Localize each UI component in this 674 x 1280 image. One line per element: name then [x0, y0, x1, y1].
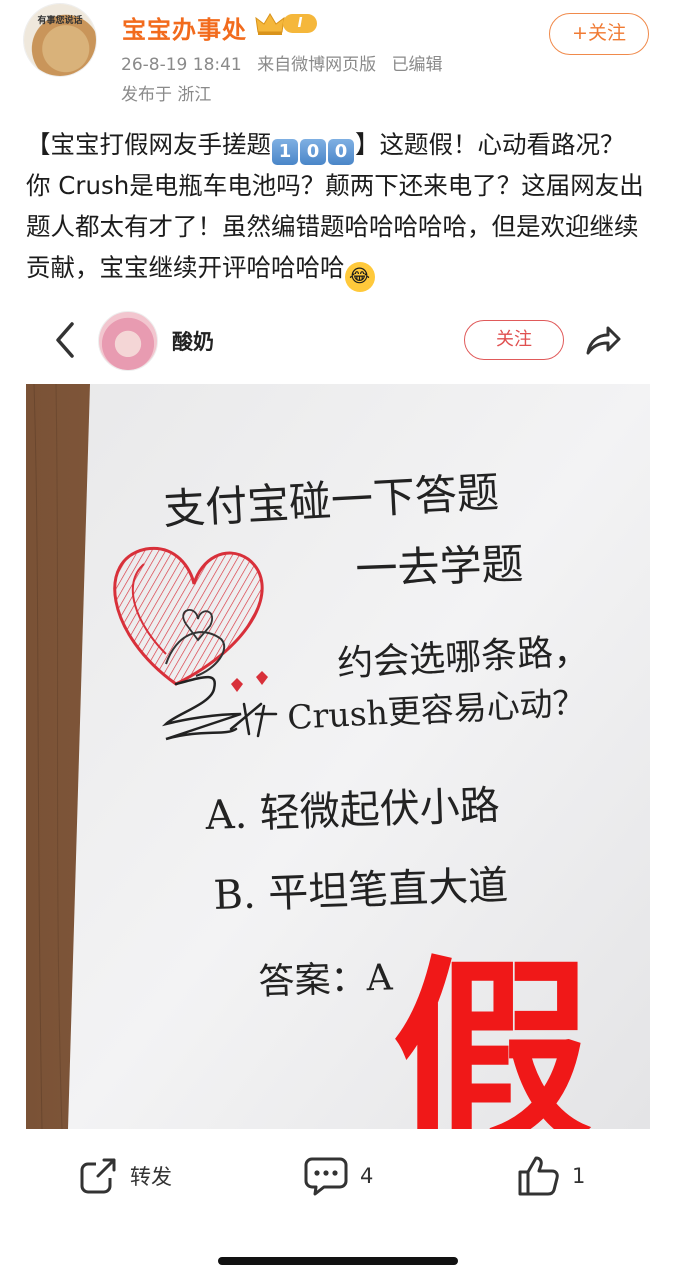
edited-label: 已编辑 — [391, 55, 443, 75]
keycap-0-b: 0 — [328, 139, 354, 165]
embedded-username: 酸奶 — [172, 330, 214, 354]
keycap-1: 1 — [272, 139, 298, 165]
comment-count: 4 — [360, 1164, 374, 1188]
post-body: 【宝宝打假网友手搓题 1 0 0 】这题假！心动看路况？你 Crush是电瓶车电池吗？颠… — [26, 124, 648, 292]
follow-button[interactable]: +关注 — [549, 13, 649, 55]
thumbs-up-icon — [518, 1156, 559, 1196]
embedded-follow-button: 关注 — [464, 320, 564, 360]
like-button[interactable]: 1 — [516, 1152, 585, 1200]
repost-button[interactable]: 转发 — [78, 1152, 172, 1200]
home-indicator[interactable] — [218, 1257, 458, 1265]
member-badge[interactable]: I — [255, 12, 321, 36]
comment-icon — [304, 1157, 348, 1196]
share-icon — [586, 326, 621, 355]
chevron-left-icon — [56, 322, 74, 358]
user-avatar[interactable]: 有事您说话 — [24, 4, 96, 76]
post-source: 来自微博网页版 — [257, 55, 377, 75]
keycap-0-a: 0 — [300, 139, 326, 165]
username[interactable]: 宝宝办事处 — [122, 10, 247, 45]
badge-level: I — [283, 14, 317, 33]
comment-button[interactable]: 4 — [304, 1152, 373, 1200]
post-image[interactable]: 支付宝碰一下答题 一去学题 约会选哪条路， Crush更容易心动？ A. 轻微起… — [26, 384, 650, 1129]
repost-icon — [80, 1158, 116, 1194]
note-answer: 答案：A — [258, 957, 394, 1003]
rofl-emoji-icon: 😂 — [344, 262, 375, 292]
post-location: 发布于 浙江 — [121, 85, 212, 105]
avatar-caption: 有事您说话 — [37, 16, 83, 26]
handwritten-note-photo: 支付宝碰一下答题 一去学题 约会选哪条路， Crush更容易心动？ A. 轻微起… — [26, 384, 650, 1129]
repost-label: 转发 — [130, 1165, 172, 1189]
post-meta: 26-8-19 18:41 来自微博网页版 已编辑 — [121, 50, 453, 75]
embedded-avatar — [98, 311, 158, 371]
fake-stamp: 假 — [392, 939, 592, 1129]
like-count: 1 — [572, 1164, 586, 1188]
post-date: 26-8-19 18:41 — [121, 55, 242, 75]
post-text-part1: 【宝宝打假网友手搓题 — [26, 130, 271, 159]
crown-icon — [255, 13, 285, 35]
note-line2: 一去学题 — [355, 539, 525, 594]
